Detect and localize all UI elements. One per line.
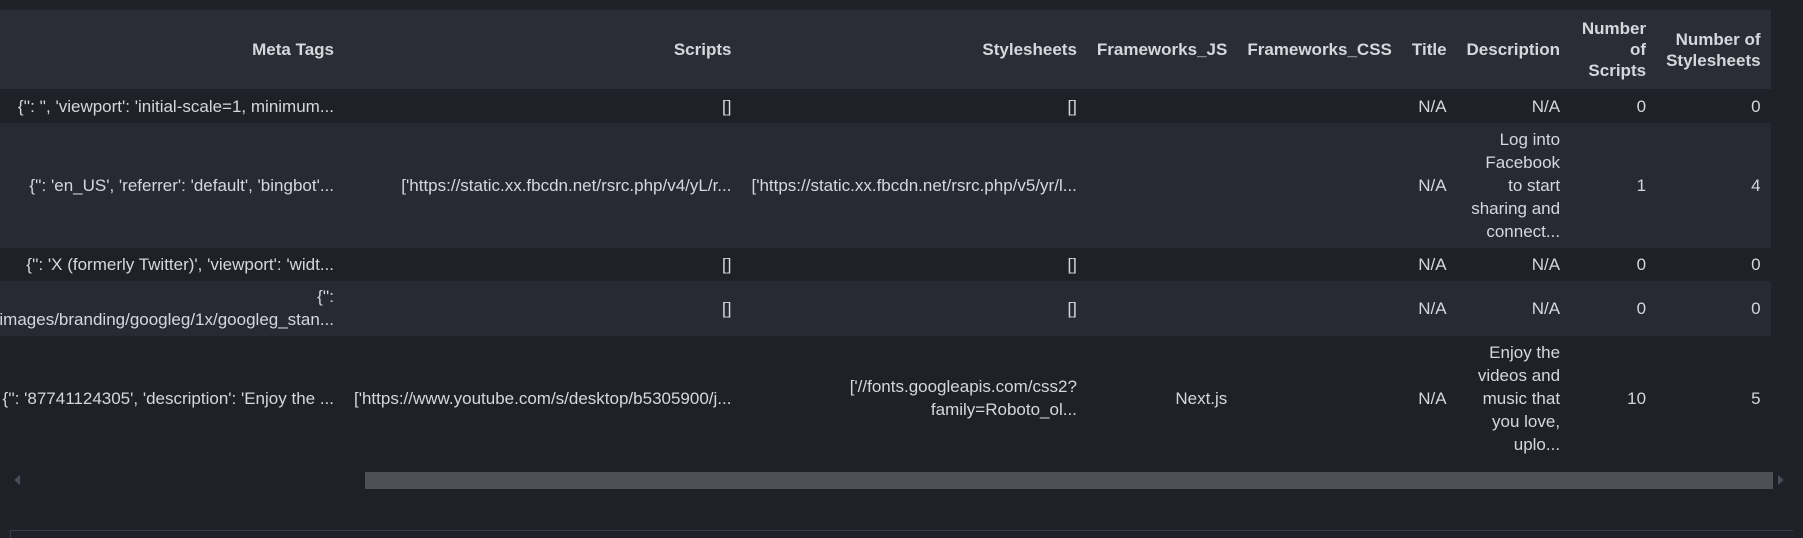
table-cell: N/A xyxy=(1456,247,1571,281)
table-cell: N/A xyxy=(1401,335,1457,461)
table-row: {'': '/images/branding/googleg/1x/google… xyxy=(0,280,1771,336)
table-cell: N/A xyxy=(1401,122,1457,248)
horizontal-scrollbar[interactable] xyxy=(0,465,1803,501)
table-cell xyxy=(1237,247,1402,281)
output-divider xyxy=(10,530,1793,531)
column-header[interactable]: Number of Scripts xyxy=(1570,10,1657,90)
table-cell: 10 xyxy=(1570,335,1657,461)
table-cell: [] xyxy=(344,89,742,123)
scroll-right-arrow-icon[interactable] xyxy=(1778,475,1784,485)
table-cell: 0 xyxy=(1656,89,1771,123)
table-cell: [] xyxy=(741,280,1087,336)
table-cell: {'': '/images/branding/googleg/1x/google… xyxy=(0,280,344,336)
column-header[interactable]: Frameworks_CSS xyxy=(1237,10,1402,90)
table-cell: [] xyxy=(344,247,742,281)
table-cell: ['https://static.xx.fbcdn.net/rsrc.php/v… xyxy=(741,122,1087,248)
column-header[interactable]: Description xyxy=(1456,10,1571,90)
table-cell: [] xyxy=(741,89,1087,123)
output-divider-edge xyxy=(10,530,11,538)
table-cell: ['https://static.xx.fbcdn.net/rsrc.php/v… xyxy=(344,122,742,248)
column-header[interactable]: Meta Tags xyxy=(0,10,344,90)
table-cell: [] xyxy=(741,247,1087,281)
table-cell xyxy=(1237,89,1402,123)
column-header[interactable]: Frameworks_JS xyxy=(1086,10,1238,90)
table-cell: ['//fonts.googleapis.com/css2?family=Rob… xyxy=(741,335,1087,461)
table-cell: 0 xyxy=(1570,89,1657,123)
table-cell: 4 xyxy=(1656,122,1771,248)
header-row: Meta Tags Scripts Stylesheets Frameworks… xyxy=(0,10,1771,90)
table-cell: {'': '87741124305', 'description': 'Enjo… xyxy=(0,335,344,461)
table-cell: 0 xyxy=(1570,280,1657,336)
table-row: {'': 'X (formerly Twitter)', 'viewport':… xyxy=(0,247,1771,281)
table-cell: N/A xyxy=(1456,280,1571,336)
table-cell: {'': 'en_US', 'referrer': 'default', 'bi… xyxy=(0,122,344,248)
table-cell xyxy=(1086,280,1238,336)
dataframe-output: Meta Tags Scripts Stylesheets Frameworks… xyxy=(0,0,1803,538)
column-header[interactable]: Scripts xyxy=(344,10,742,90)
table-cell: 0 xyxy=(1656,247,1771,281)
table-cell: Enjoy the videos and music that you love… xyxy=(1456,335,1571,461)
table-cell: 5 xyxy=(1656,335,1771,461)
table-cell xyxy=(1237,122,1402,248)
table-cell: N/A xyxy=(1401,89,1457,123)
table-cell xyxy=(1237,335,1402,461)
table-cell xyxy=(1086,122,1238,248)
scroll-left-arrow-icon[interactable] xyxy=(14,475,20,485)
dataframe-table: Meta Tags Scripts Stylesheets Frameworks… xyxy=(0,10,1771,461)
table-cell: 0 xyxy=(1570,247,1657,281)
table-row: {'': '87741124305', 'description': 'Enjo… xyxy=(0,335,1771,461)
column-header[interactable]: Title xyxy=(1401,10,1457,90)
table-viewport[interactable]: Meta Tags Scripts Stylesheets Frameworks… xyxy=(0,10,1793,462)
table-cell: N/A xyxy=(1401,247,1457,281)
table-cell xyxy=(1086,89,1238,123)
table-cell xyxy=(1086,247,1238,281)
table-cell: ['https://www.youtube.com/s/desktop/b530… xyxy=(344,335,742,461)
table-cell: N/A xyxy=(1456,89,1571,123)
table-cell xyxy=(1237,280,1402,336)
scrollbar-thumb[interactable] xyxy=(365,472,1773,489)
table-cell: {'': '', 'viewport': 'initial-scale=1, m… xyxy=(0,89,344,123)
table-cell: [] xyxy=(344,280,742,336)
table-cell: Next.js xyxy=(1086,335,1238,461)
column-header[interactable]: Number of Stylesheets xyxy=(1656,10,1771,90)
table-cell: {'': 'X (formerly Twitter)', 'viewport':… xyxy=(0,247,344,281)
table-cell: 0 xyxy=(1656,280,1771,336)
table-row: {'': '', 'viewport': 'initial-scale=1, m… xyxy=(0,89,1771,123)
table-cell: Log into Facebook to start sharing and c… xyxy=(1456,122,1571,248)
table-cell: N/A xyxy=(1401,280,1457,336)
column-header[interactable]: Stylesheets xyxy=(741,10,1087,90)
table-row: {'': 'en_US', 'referrer': 'default', 'bi… xyxy=(0,122,1771,248)
table-cell: 1 xyxy=(1570,122,1657,248)
